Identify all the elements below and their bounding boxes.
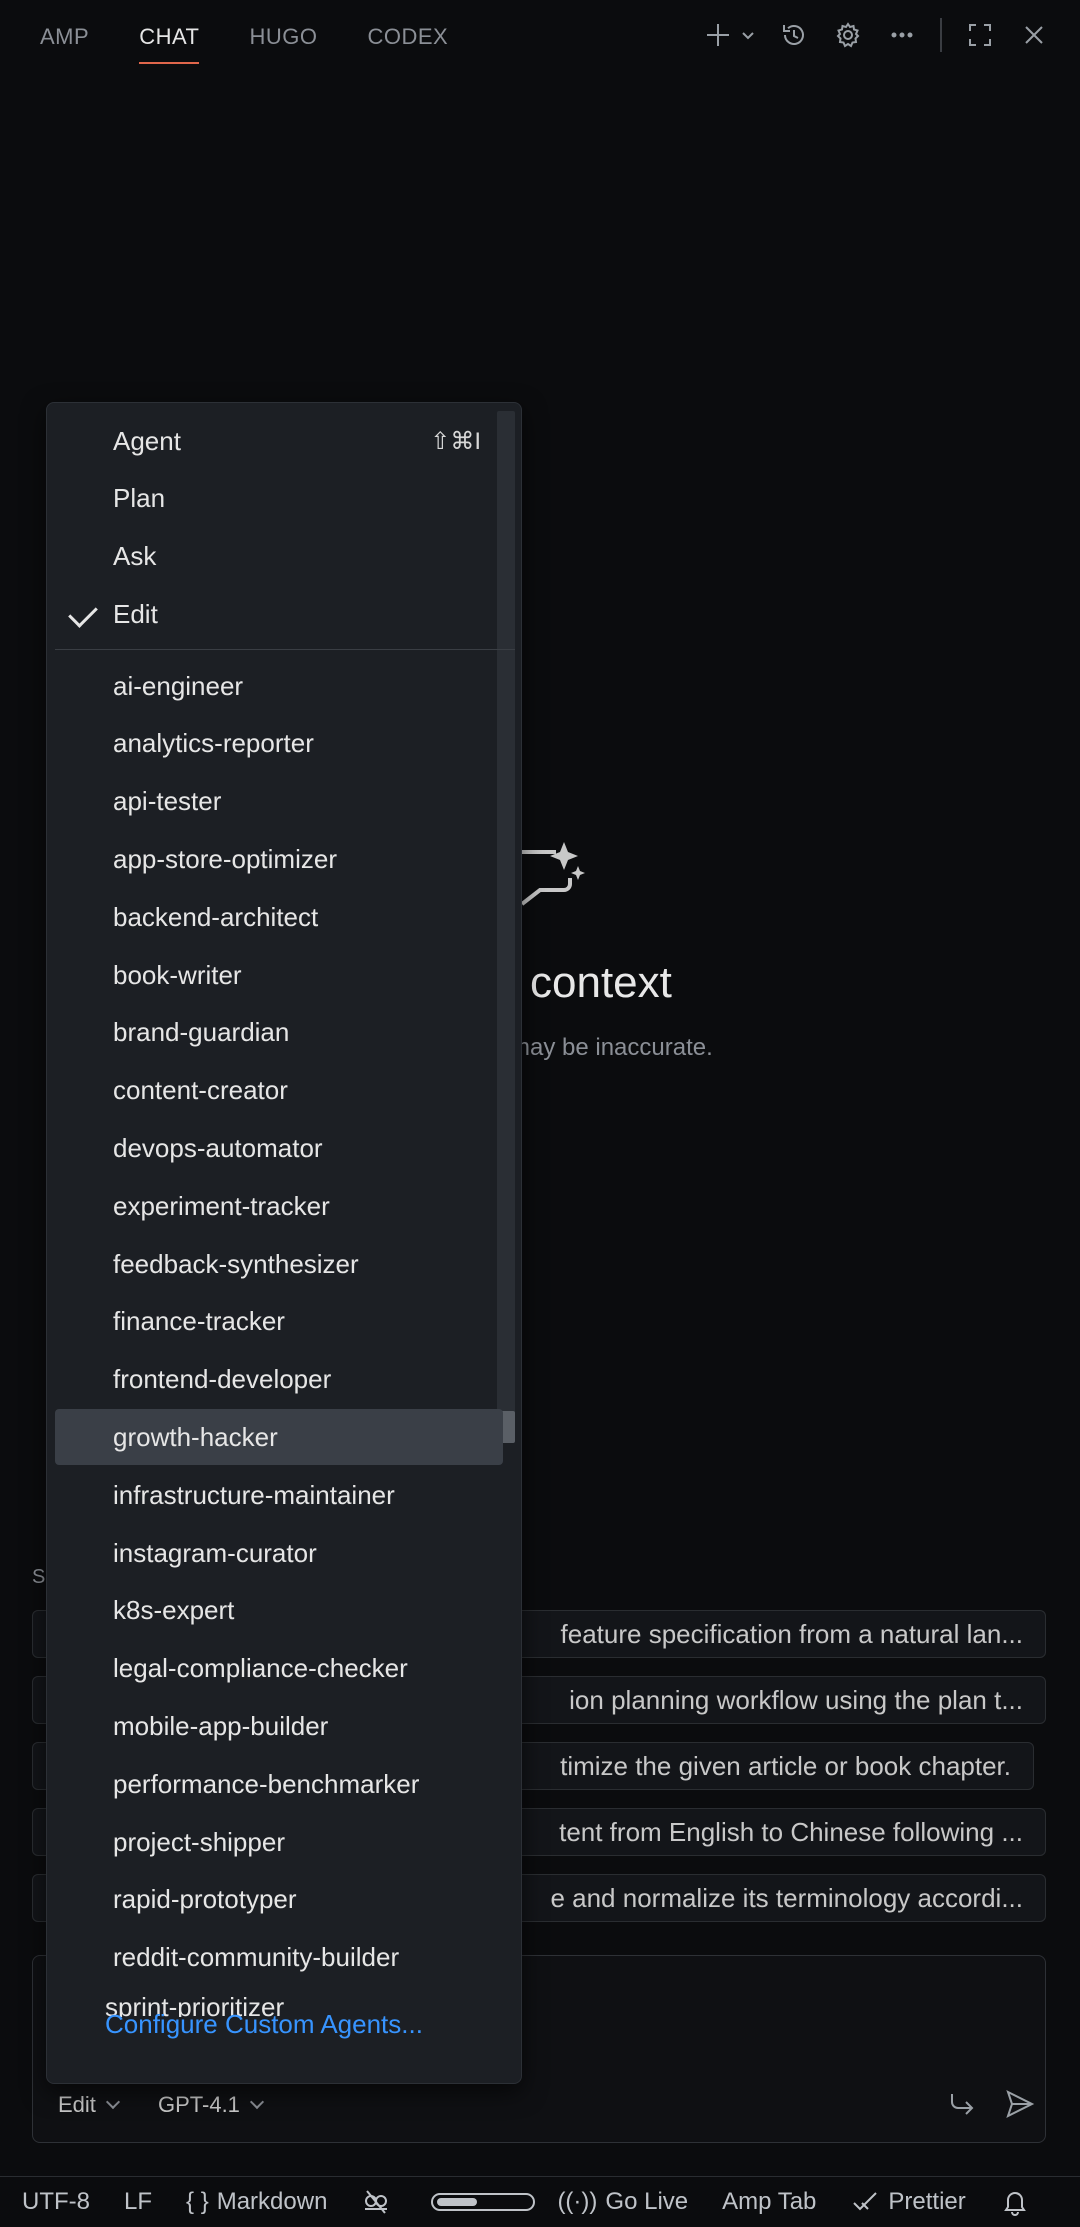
welcome-title: context bbox=[530, 958, 672, 1007]
send-icon[interactable] bbox=[1004, 2088, 1036, 2125]
broadcast-icon: ((·)) bbox=[557, 2188, 598, 2215]
agent-item-frontend-developer[interactable]: frontend-developer bbox=[55, 1352, 503, 1408]
top-bar: AMP CHAT HUGO CODEX bbox=[0, 0, 1080, 76]
prettier-item[interactable]: Prettier bbox=[850, 2187, 966, 2217]
gear-icon[interactable] bbox=[832, 19, 864, 51]
maximize-icon[interactable] bbox=[964, 19, 996, 51]
delegate-icon[interactable] bbox=[946, 2088, 978, 2125]
agent-item-finance-tracker[interactable]: finance-tracker bbox=[55, 1294, 503, 1350]
mode-item-agent[interactable]: Agent ⇧⌘I bbox=[55, 413, 503, 469]
input-actions bbox=[946, 2088, 1036, 2125]
new-chat-icon[interactable] bbox=[702, 19, 734, 51]
agent-item-mobile-app-builder[interactable]: mobile-app-builder bbox=[55, 1698, 503, 1754]
mode-item-label: Plan bbox=[113, 483, 166, 514]
mode-select[interactable]: Edit bbox=[58, 2092, 120, 2118]
agent-item-devops-automator[interactable]: devops-automator bbox=[55, 1120, 503, 1176]
bell-icon[interactable] bbox=[1000, 2187, 1030, 2217]
chevron-down-icon[interactable] bbox=[740, 19, 756, 51]
top-icons bbox=[702, 18, 1050, 52]
more-icon[interactable] bbox=[886, 19, 918, 51]
status-bar: UTF-8 LF { } Markdown ((·)) Go Live Amp … bbox=[0, 2176, 1080, 2227]
progress-fill bbox=[437, 2198, 478, 2206]
amp-tab-item[interactable]: Amp Tab bbox=[722, 2188, 816, 2216]
chevron-down-icon bbox=[249, 2094, 264, 2110]
tab-codex[interactable]: CODEX bbox=[367, 24, 448, 64]
agent-item-ai-engineer[interactable]: ai-engineer bbox=[55, 658, 503, 714]
agent-item-legal-compliance-checker[interactable]: legal-compliance-checker bbox=[55, 1641, 503, 1697]
tab-list: AMP CHAT HUGO CODEX bbox=[40, 24, 498, 64]
encoding-item[interactable]: UTF-8 bbox=[22, 2188, 90, 2216]
prettier-label: Prettier bbox=[888, 2188, 966, 2215]
shortcut-label: ⇧⌘I bbox=[430, 427, 481, 455]
agent-item-feedback-synthesizer[interactable]: feedback-synthesizer bbox=[55, 1236, 503, 1292]
mode-item-plan[interactable]: Plan bbox=[55, 471, 503, 527]
agent-item-growth-hacker[interactable]: growth-hacker bbox=[55, 1409, 503, 1466]
mode-item-edit[interactable]: Edit bbox=[55, 586, 503, 642]
braces-icon: { } bbox=[186, 2188, 209, 2215]
menu-divider bbox=[55, 649, 515, 650]
mode-item-label: Agent bbox=[113, 425, 181, 456]
chevron-down-icon bbox=[105, 2094, 120, 2110]
agent-item-backend-architect[interactable]: backend-architect bbox=[55, 889, 503, 945]
agent-item-brand-guardian[interactable]: brand-guardian bbox=[55, 1005, 503, 1061]
configure-custom-agents-link[interactable]: Configure Custom Agents... bbox=[105, 2009, 423, 2040]
agent-item-experiment-tracker[interactable]: experiment-tracker bbox=[55, 1178, 503, 1234]
agent-item-api-tester[interactable]: api-tester bbox=[55, 774, 503, 830]
progress-indicator bbox=[431, 2193, 536, 2211]
language-label: Markdown bbox=[216, 2188, 328, 2215]
suggestions-label: S bbox=[32, 1566, 46, 1588]
agent-item-rapid-prototyper[interactable]: rapid-prototyper bbox=[55, 1872, 503, 1928]
mode-label: Edit bbox=[58, 2092, 96, 2117]
mode-item-label: Ask bbox=[113, 541, 157, 572]
agent-item-project-shipper[interactable]: project-shipper bbox=[55, 1814, 503, 1870]
agent-item-k8s-expert[interactable]: k8s-expert bbox=[55, 1583, 503, 1639]
agent-item-performance-benchmarker[interactable]: performance-benchmarker bbox=[55, 1756, 503, 1812]
copilot-icon[interactable] bbox=[361, 2187, 391, 2217]
agent-mode-menu: sprint-prioritizer Configure Custom Agen… bbox=[46, 402, 522, 2084]
agent-item-app-store-optimizer[interactable]: app-store-optimizer bbox=[55, 831, 503, 887]
agent-item-book-writer[interactable]: book-writer bbox=[55, 947, 503, 1003]
go-live-label: Go Live bbox=[605, 2188, 689, 2215]
model-label: GPT-4.1 bbox=[158, 2092, 240, 2117]
eol-item[interactable]: LF bbox=[124, 2188, 152, 2216]
go-live-item[interactable]: ((·)) Go Live bbox=[557, 2188, 688, 2216]
mode-item-label: Edit bbox=[113, 598, 158, 629]
agent-item-instagram-curator[interactable]: instagram-curator bbox=[55, 1525, 503, 1581]
tab-hugo[interactable]: HUGO bbox=[249, 24, 317, 64]
agent-item-infrastructure-maintainer[interactable]: infrastructure-maintainer bbox=[55, 1467, 503, 1523]
tab-amp[interactable]: AMP bbox=[40, 24, 89, 64]
agent-item-reddit-community-builder[interactable]: reddit-community-builder bbox=[55, 1930, 503, 1986]
language-item[interactable]: { } Markdown bbox=[186, 2188, 327, 2216]
tab-chat[interactable]: CHAT bbox=[139, 24, 200, 64]
agent-item-content-creator[interactable]: content-creator bbox=[55, 1063, 503, 1119]
agent-item-analytics-reporter[interactable]: analytics-reporter bbox=[55, 716, 503, 772]
check-icon bbox=[68, 598, 98, 629]
history-icon[interactable] bbox=[778, 19, 810, 51]
model-select[interactable]: GPT-4.1 bbox=[158, 2092, 264, 2118]
mode-item-ask[interactable]: Ask bbox=[55, 529, 503, 585]
close-icon[interactable] bbox=[1018, 19, 1050, 51]
welcome-subtitle: may be inaccurate. bbox=[510, 1034, 713, 1061]
divider bbox=[940, 18, 942, 52]
